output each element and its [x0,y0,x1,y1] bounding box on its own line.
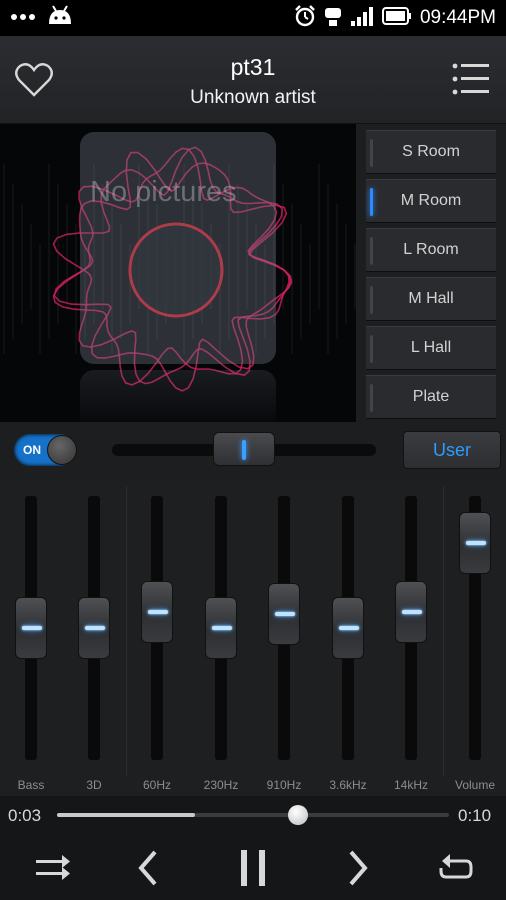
toggle-label: ON [23,443,41,457]
eq-separator [126,486,127,776]
data-sync-icon [324,5,342,32]
fader-led [148,609,168,614]
seek-bar-fill [57,813,195,817]
clock: 09:44PM [419,7,496,28]
fader-led [212,626,232,630]
fader-led [85,626,105,630]
eq-band-fader[interactable] [395,580,427,643]
seek-bar-knob[interactable] [287,805,308,825]
eq-band-fader[interactable] [15,597,47,659]
fader-led [22,626,42,630]
status-bar: 09:44PM [0,0,506,36]
eq-band-label: 60Hz [142,778,171,792]
eq-band-fader[interactable] [268,582,300,645]
volume-fader[interactable] [459,512,491,575]
menu-icon[interactable] [452,62,492,101]
user-preset-button[interactable]: User [403,431,501,469]
overflow-dots-icon [10,9,36,27]
reverb-level-slider[interactable] [112,432,376,466]
preset-indicator [370,384,373,412]
visualizer-area: No pictures [0,124,356,422]
preset-label: M Hall [408,290,454,307]
track-artist: Unknown artist [190,87,316,108]
transport-controls [0,836,506,900]
preset-indicator [370,237,373,265]
preset-label: Plate [412,388,450,405]
preset-label: L Hall [410,339,452,356]
no-pictures-text: No pictures [90,176,237,208]
preset-label: M Room [400,192,462,209]
eq-band-fader[interactable] [141,580,173,643]
eq-separator [443,486,444,776]
total-time: 0:10 [458,806,492,825]
eq-band-label: 14kHz [393,778,428,792]
volume-label: Volume [454,778,496,792]
alarm-icon [294,4,316,32]
reverb-preset-item[interactable]: S Room [366,130,496,174]
eq-toggle-switch[interactable]: ON [14,434,77,466]
pause-icon[interactable] [229,844,277,892]
preset-indicator [370,286,373,314]
eq-band-label: 230Hz [203,778,239,792]
track-title: pt31 [230,54,276,80]
repeat-icon[interactable] [432,844,480,892]
equalizer-panel: Bass 3D 60Hz 230Hz 910Hz 3.6kHz 14kHz Volume [0,480,506,796]
android-icon [46,4,74,33]
eq-band-fader[interactable] [205,597,237,659]
fader-led [402,609,422,614]
eq-band-label: Bass [17,778,45,792]
reverb-slider-thumb[interactable] [213,432,275,466]
toggle-knob [47,435,77,465]
fader-led [275,611,295,616]
reverb-preset-list: S Room M Room L Room M Hall L Hall Plate [356,124,506,422]
effect-controls: ON User [0,422,506,480]
preset-indicator [370,335,373,363]
reverb-preset-item[interactable]: M Room [366,179,496,223]
card-reflection [80,370,276,422]
current-time: 0:03 [8,806,42,825]
reverb-preset-item[interactable]: L Room [366,228,496,272]
reverb-preset-item[interactable]: M Hall [366,277,496,321]
no-pictures-card [80,132,276,364]
eq-band-fader[interactable] [78,597,110,659]
shuffle-icon[interactable] [28,844,76,892]
reverb-preset-item[interactable]: Plate [366,375,496,419]
next-icon[interactable] [334,844,382,892]
signal-icon [350,5,374,32]
preset-indicator [370,188,373,216]
battery-icon [381,6,412,31]
playback-progress: 0:03 0:10 [0,796,506,836]
fader-led [339,626,359,630]
preset-indicator [370,139,373,167]
preset-label: L Room [403,241,459,258]
eq-band-label: 910Hz [266,778,302,792]
now-playing-header: pt31 Unknown artist [0,36,506,124]
eq-band-label: 3.6kHz [329,778,367,792]
fader-led [466,541,486,546]
reverb-preset-item[interactable]: L Hall [366,326,496,370]
seek-bar[interactable] [57,805,449,825]
eq-band-label: 3D [86,778,102,792]
preset-label: S Room [402,143,460,160]
eq-band-fader[interactable] [332,597,364,659]
slider-led [242,440,246,460]
prev-icon[interactable] [124,844,172,892]
